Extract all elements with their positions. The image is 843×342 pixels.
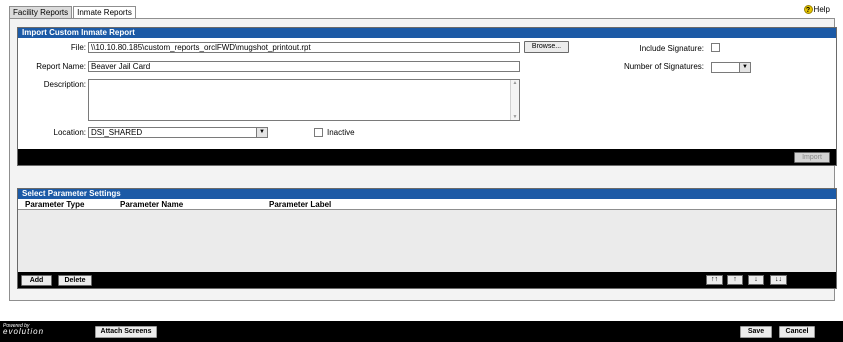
chevron-down-icon: ▼	[256, 128, 267, 137]
file-path-input[interactable]: \\10.10.80.185\custom_reports_orclFWD\mu…	[88, 42, 520, 53]
location-label: Location:	[53, 128, 86, 137]
parameter-panel-title: Select Parameter Settings	[18, 189, 836, 199]
help-label: Help	[813, 5, 830, 14]
scroll-up-icon[interactable]: ▲	[511, 80, 519, 86]
parameter-table-header: Parameter Type Parameter Name Parameter …	[18, 199, 836, 210]
move-top-button[interactable]: ↑↑	[706, 275, 723, 285]
column-parameter-type: Parameter Type	[25, 200, 85, 209]
column-parameter-name: Parameter Name	[120, 200, 184, 209]
include-signature-checkbox[interactable]	[711, 43, 720, 52]
number-of-signatures-label: Number of Signatures:	[623, 62, 704, 71]
help-icon: ?	[803, 5, 813, 14]
attach-screens-button[interactable]: Attach Screens	[95, 326, 157, 338]
browse-button[interactable]: Browse...	[524, 41, 569, 53]
logo-evolution: evolution	[3, 327, 45, 336]
cancel-button[interactable]: Cancel	[779, 326, 815, 338]
report-name-label: Report Name:	[36, 62, 86, 71]
parameter-table-body	[18, 210, 836, 276]
add-parameter-button[interactable]: Add	[21, 275, 52, 286]
parameter-panel: Select Parameter Settings Parameter Type…	[17, 188, 837, 289]
help-link[interactable]: ? Help	[803, 5, 830, 14]
report-content: Import Custom Inmate Report File: \\10.1…	[9, 18, 837, 301]
move-up-button[interactable]: ↑	[727, 275, 743, 285]
import-panel-footer: Import	[18, 149, 836, 165]
inactive-label: Inactive	[327, 128, 355, 137]
location-select[interactable]: DSI_SHARED ▼	[88, 127, 268, 138]
delete-parameter-button[interactable]: Delete	[58, 275, 92, 286]
include-signature-label: Include Signature:	[639, 44, 705, 53]
column-parameter-label: Parameter Label	[269, 200, 332, 209]
bottom-action-bar: Powered by evolution Attach Screens Save…	[0, 321, 843, 342]
number-of-signatures-select[interactable]: ▼	[711, 62, 751, 73]
import-panel-title: Import Custom Inmate Report	[18, 28, 836, 38]
move-bottom-button[interactable]: ↓↓	[770, 275, 787, 285]
chevron-down-icon: ▼	[739, 63, 750, 72]
evolution-logo: Powered by evolution	[3, 323, 45, 336]
description-scrollbar[interactable]: ▲ ▼	[510, 80, 519, 120]
report-name-input[interactable]: Beaver Jail Card	[88, 61, 520, 72]
description-label: Description:	[43, 80, 86, 89]
import-button[interactable]: Import	[794, 152, 830, 163]
import-panel: Import Custom Inmate Report File: \\10.1…	[17, 27, 837, 166]
file-label: File:	[70, 43, 86, 52]
description-textarea[interactable]: ▲ ▼	[88, 79, 520, 121]
move-down-button[interactable]: ↓	[748, 275, 764, 285]
parameter-panel-footer: Add Delete ↑↑ ↑ ↓ ↓↓	[18, 272, 836, 288]
location-value: DSI_SHARED	[91, 128, 143, 137]
inactive-checkbox[interactable]	[314, 128, 323, 137]
save-button[interactable]: Save	[740, 326, 772, 338]
scroll-down-icon[interactable]: ▼	[511, 114, 519, 120]
